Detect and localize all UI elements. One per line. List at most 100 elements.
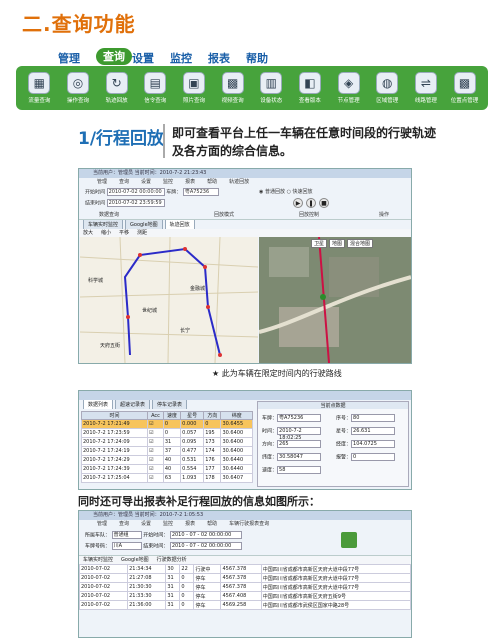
detail-row: 星号： 26.631 bbox=[336, 427, 396, 435]
top-menu-item[interactable]: 帮助 bbox=[246, 50, 284, 66]
column-header[interactable]: 星号 bbox=[180, 411, 205, 420]
toolbar-button[interactable]: ▩ 视频查询 bbox=[217, 72, 249, 104]
map-tool-button[interactable]: 放大 bbox=[83, 229, 93, 237]
plate-no-field[interactable]: 川A bbox=[111, 542, 142, 550]
report-tool-button[interactable]: Google地图 bbox=[121, 556, 149, 564]
menu-item[interactable]: 管理 bbox=[97, 520, 107, 528]
report-tool-button[interactable]: 车辆实时监控 bbox=[83, 556, 113, 564]
report-titlebar: 当前用户：管理员 当前时间：2010-7-2 1:05:53 bbox=[79, 511, 411, 520]
map-tool-button[interactable]: 平移 bbox=[119, 229, 129, 237]
stop-icon[interactable]: ■ bbox=[319, 198, 329, 208]
window-tab[interactable]: Google地图 bbox=[125, 219, 163, 229]
menu-item[interactable]: 帮助 bbox=[207, 520, 217, 528]
report-row[interactable]: 2010-07-02 21:27:08 31 0 停车 4567.378 中国四川省成都市高… bbox=[78, 573, 412, 583]
satellite-map[interactable]: 卫星 地图 混合地图 bbox=[259, 237, 411, 363]
report-start-field[interactable]: 2010 - 07 - 02 00:00:00 bbox=[169, 531, 242, 539]
report-cell: 中国四川省成都市高新区天府五街9号 bbox=[260, 591, 412, 601]
report-cell: 停车 bbox=[193, 600, 222, 610]
menu-item[interactable]: 查询 bbox=[119, 520, 129, 528]
pause-icon[interactable]: ❚ bbox=[306, 198, 316, 208]
menu-item[interactable]: 轨迹回放 bbox=[229, 178, 249, 186]
report-row[interactable]: 2010-07-02 21:30:30 31 0 停车 4567.378 中国四川省成都市高… bbox=[78, 582, 412, 592]
table-row[interactable]: 2010-7-2 17:25:04 ☑ 63 1.093 178 30.6407 bbox=[80, 473, 253, 483]
data-tab[interactable]: 超速记录表 bbox=[115, 399, 151, 409]
detail-value: 2010-7-2 18:02:25 bbox=[277, 427, 322, 441]
data-tab[interactable]: 停车记录表 bbox=[152, 399, 188, 409]
column-header[interactable]: 方向 bbox=[203, 411, 222, 420]
mode-normal-radio[interactable]: ◉ 普通回放 bbox=[259, 189, 285, 195]
toolbar-button[interactable]: ▦ 流量查询 bbox=[23, 72, 55, 104]
report-end-field[interactable]: 2010 - 07 - 02 00:00:00 bbox=[169, 542, 242, 550]
table-row[interactable]: 2010-7-2 17:23:59 ☑ 0 0.057 195 30.6400 bbox=[80, 428, 253, 438]
table-row[interactable]: 2010-7-2 17:24:19 ☑ 37 0.477 174 30.6400 bbox=[80, 446, 253, 456]
menu-item[interactable]: 设置 bbox=[141, 178, 151, 186]
toolbar-button[interactable]: ▩ 位置点管理 bbox=[449, 72, 481, 104]
detail-value: 58 bbox=[277, 466, 322, 474]
map-tool-button[interactable]: 缩小 bbox=[101, 229, 111, 237]
toolbar-button[interactable]: ◍ 区域管理 bbox=[371, 72, 403, 104]
map-tool-button[interactable]: 测距 bbox=[137, 229, 147, 237]
detail-row: 时间： 2010-7-2 18:02:25 bbox=[262, 427, 322, 441]
table-cell: 30.6400 bbox=[220, 446, 253, 456]
column-header[interactable]: Acc bbox=[147, 411, 164, 420]
top-menu-item[interactable]: 查询 bbox=[96, 48, 132, 65]
menu-item[interactable]: 监控 bbox=[163, 178, 173, 186]
plate-field[interactable]: 粤A75236 bbox=[182, 188, 219, 196]
toolbar-button[interactable]: ▥ 设备状态 bbox=[255, 72, 287, 104]
column-header[interactable]: 速度 bbox=[162, 411, 182, 420]
toolbar-button[interactable]: ◎ 操作查询 bbox=[62, 72, 94, 104]
satellite-mode-button[interactable]: 地图 bbox=[329, 239, 346, 248]
satellite-mode-button[interactable]: 卫星 bbox=[311, 239, 328, 248]
window-tab[interactable]: 轨迹回放 bbox=[164, 219, 195, 229]
toolbar-button[interactable]: ◧ 查看版本 bbox=[294, 72, 326, 104]
toolbar-button[interactable]: ↻ 轨迹回放 bbox=[101, 72, 133, 104]
report-cell: 0 bbox=[179, 582, 195, 592]
column-header[interactable]: 纬度 bbox=[220, 411, 253, 420]
report-tool-button[interactable]: 行驶数据分析 bbox=[157, 556, 187, 564]
report-row[interactable]: 2010-07-02 21:36:00 31 0 停车 4569.258 中国四川省成都市武… bbox=[78, 600, 412, 610]
report-row[interactable]: 2010-07-02 21:34:34 30 22 行驶中 4567.378 中国四川省成都… bbox=[78, 564, 412, 574]
menu-item[interactable]: 设置 bbox=[141, 520, 151, 528]
report-start-label: 开始时间： bbox=[143, 532, 169, 539]
table-row[interactable]: 2010-7-2 17:24:39 ☑ 40 0.554 177 30.6440 bbox=[80, 464, 253, 474]
refresh-icon: ↻ bbox=[105, 72, 128, 94]
satellite-mode-button[interactable]: 混合地图 bbox=[347, 239, 374, 248]
menu-item[interactable]: 车辆行驶报表查询 bbox=[229, 520, 269, 528]
mode-fast-radio[interactable]: ○ 快速回放 bbox=[287, 189, 313, 195]
table-row[interactable]: 2010-7-2 17:24:29 ☑ 40 0.531 176 30.6440 bbox=[80, 455, 253, 465]
detail-row: 纬度： 30.58047 bbox=[262, 453, 322, 461]
menu-item[interactable]: 查询 bbox=[119, 178, 129, 186]
table-row[interactable]: 2010-7-2 17:24:09 ☑ 31 0.095 173 30.6400 bbox=[80, 437, 253, 447]
start-time-field[interactable]: 2010-07-02 00:00:00 bbox=[106, 188, 165, 196]
report-menubar: 管理 查询 设置 监控 报表 帮助 车辆行驶报表查询 bbox=[79, 520, 411, 528]
report-row[interactable]: 2010-07-02 21:33:30 31 0 停车 4567.408 中国四川省成都市高… bbox=[78, 591, 412, 601]
playback-controls: ▶ ❚ ■ bbox=[293, 198, 329, 208]
satellite-toolbar: 卫星 地图 混合地图 bbox=[311, 239, 374, 248]
top-menu-item[interactable]: 监控 bbox=[170, 50, 208, 66]
toolbar-button[interactable]: ▤ 信令查询 bbox=[139, 72, 171, 104]
top-menu-item[interactable]: 管理 bbox=[58, 50, 96, 66]
export-icon[interactable] bbox=[341, 532, 357, 548]
top-menu-item[interactable]: 报表 bbox=[208, 50, 246, 66]
detail-row: 经度： 104.0725 bbox=[336, 440, 396, 448]
column-header[interactable]: 时间 bbox=[80, 411, 149, 420]
end-time-field[interactable]: 2010-07-02 23:59:59 bbox=[106, 199, 165, 207]
map-toolbar: 放大 缩小 平移 测距 bbox=[79, 229, 411, 237]
document-icon: ▤ bbox=[144, 72, 167, 94]
table-cell: 30.6400 bbox=[220, 437, 253, 447]
play-icon[interactable]: ▶ bbox=[293, 198, 303, 208]
top-menu-item[interactable]: 设置 bbox=[132, 50, 170, 66]
menu-item[interactable]: 管理 bbox=[97, 178, 107, 186]
menu-item[interactable]: 报表 bbox=[185, 520, 195, 528]
table-row[interactable]: 2010-7-2 17:21:49 ☑ 0 0.000 0 30.6455 bbox=[80, 419, 253, 429]
menu-item[interactable]: 帮助 bbox=[207, 178, 217, 186]
data-tab[interactable]: 数据列表 bbox=[83, 399, 114, 409]
menu-item[interactable]: 报表 bbox=[185, 178, 195, 186]
street-map[interactable]: 科学城 金融城 世纪城 长宁 天府五街 bbox=[80, 237, 258, 363]
toolbar-button[interactable]: ◈ 节点管理 bbox=[333, 72, 365, 104]
toolbar-button[interactable]: ⇌ 线路管理 bbox=[410, 72, 442, 104]
window-tab[interactable]: 车辆实时监控 bbox=[83, 219, 124, 229]
team-field[interactable]: 普通组 bbox=[111, 531, 142, 539]
menu-item[interactable]: 监控 bbox=[163, 520, 173, 528]
toolbar-button[interactable]: ▣ 照片查询 bbox=[178, 72, 210, 104]
